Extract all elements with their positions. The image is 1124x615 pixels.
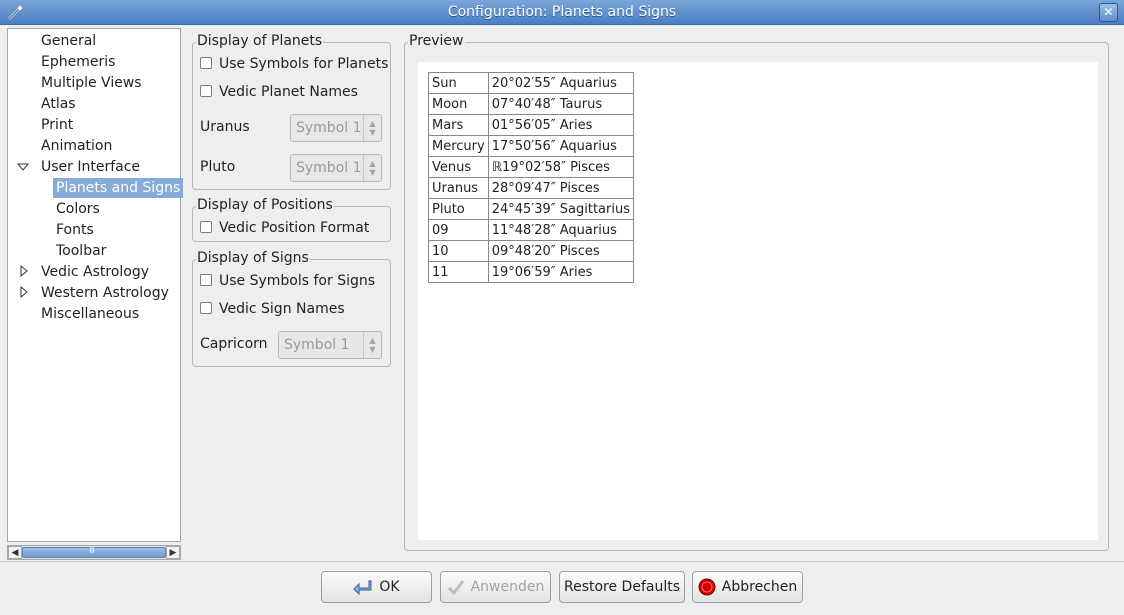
checkbox-box[interactable] <box>200 274 212 286</box>
table-row: Pluto 24°45′39″ Sagittarius <box>428 198 634 220</box>
scroll-right-button[interactable]: ▶ <box>166 546 180 559</box>
table-row: 09 11°48′28″ Aquarius <box>428 219 634 241</box>
collapsed-arrow-icon[interactable] <box>18 265 30 277</box>
checkbox-label: Vedic Position Format <box>219 220 370 236</box>
sidebar-item-multiple-views[interactable]: Multiple Views <box>41 73 142 93</box>
house-name: 11 <box>428 261 489 283</box>
uranus-label: Uranus <box>200 119 250 135</box>
checkbox-label: Vedic Planet Names <box>219 84 358 100</box>
planet-name: Mercury <box>428 135 489 157</box>
planet-position: 17°50′56″ Aquarius <box>487 135 634 157</box>
table-row: Sun 20°02′55″ Aquarius <box>428 72 634 94</box>
preview-title: Preview <box>408 33 465 49</box>
apply-button[interactable]: Anwenden <box>440 571 551 603</box>
window-title: Configuration: Planets and Signs <box>447 4 677 20</box>
sidebar-item-fonts[interactable]: Fonts <box>56 220 94 240</box>
planet-position: 28°09′47″ Pisces <box>487 177 634 199</box>
category-tree[interactable]: General Ephemeris Multiple Views Atlas P… <box>7 28 184 542</box>
planet-position: 24°45′39″ Sagittarius <box>487 198 634 220</box>
spinbox-value: Symbol 1 <box>284 337 350 353</box>
ok-button[interactable]: OK <box>321 571 432 603</box>
sidebar-item-atlas[interactable]: Atlas <box>41 94 76 114</box>
table-row: Uranus 28°09′47″ Pisces <box>428 177 634 199</box>
table-row: 11 19°06′59″ Aries <box>428 261 634 283</box>
checkbox-box[interactable] <box>200 85 212 97</box>
ok-label: OK <box>379 579 400 595</box>
capricorn-label: Capricorn <box>200 336 268 352</box>
spin-arrows-icon[interactable]: ▲ ▼ <box>363 155 381 181</box>
stop-icon <box>698 578 716 596</box>
checkbox-label: Use Symbols for Planets <box>219 56 389 72</box>
planet-position: ℝ19°02′58″ Pisces <box>487 156 634 178</box>
use-symbols-planets-checkbox[interactable]: Use Symbols for Planets <box>200 55 388 73</box>
preview-table: Sun 20°02′55″ Aquarius Moon 07°40′48″ Taur… <box>428 72 634 283</box>
house-position: 19°06′59″ Aries <box>487 261 634 283</box>
planet-name: Uranus <box>428 177 489 199</box>
positions-group-title: Display of Positions <box>196 197 334 213</box>
sidebar-item-general[interactable]: General <box>41 31 96 51</box>
spinbox-value: Symbol 1 <box>296 160 362 176</box>
collapsed-arrow-icon[interactable] <box>18 286 30 298</box>
sidebar-item-print[interactable]: Print <box>41 115 73 135</box>
uranus-symbol-spinbox[interactable]: Symbol 1 ▲ ▼ <box>290 114 382 142</box>
return-arrow-icon <box>353 580 372 595</box>
checkbox-label: Use Symbols for Signs <box>219 273 376 289</box>
table-row: 10 09°48′20″ Pisces <box>428 240 634 262</box>
sidebar-item-animation[interactable]: Animation <box>41 136 112 156</box>
planet-position: 20°02′55″ Aquarius <box>487 72 634 94</box>
checkbox-box[interactable] <box>200 57 212 69</box>
checkbox-box[interactable] <box>200 302 212 314</box>
house-position: 11°48′28″ Aquarius <box>487 219 634 241</box>
expanded-arrow-icon[interactable] <box>17 161 29 173</box>
sidebar-item-western-astrology[interactable]: Western Astrology <box>41 283 169 303</box>
scroll-left-button[interactable]: ◀ <box>8 546 22 559</box>
cancel-button[interactable]: Abbrechen <box>692 571 803 603</box>
checkbox-label: Vedic Sign Names <box>219 301 345 317</box>
vedic-position-format-checkbox[interactable]: Vedic Position Format <box>200 219 369 237</box>
house-name: 10 <box>428 240 489 262</box>
cancel-label: Abbrechen <box>721 579 798 595</box>
signs-group-title: Display of Signs <box>196 250 310 266</box>
title-bar: Configuration: Planets and Signs ✕ <box>0 0 1124 25</box>
spinbox-value: Symbol 1 <box>296 120 362 136</box>
table-row: Venus ℝ19°02′58″ Pisces <box>428 156 634 178</box>
sidebar-item-miscellaneous[interactable]: Miscellaneous <box>41 304 139 324</box>
checkmark-icon <box>447 580 464 595</box>
planet-name: Mars <box>428 114 489 136</box>
restore-defaults-button[interactable]: Restore Defaults <box>559 571 685 603</box>
apply-label: Anwenden <box>470 579 545 595</box>
planet-name: Venus <box>428 156 489 178</box>
pluto-label: Pluto <box>200 159 236 175</box>
spin-arrows-icon[interactable]: ▲ ▼ <box>363 115 381 141</box>
planet-position: 01°56′05″ Aries <box>487 114 634 136</box>
horizontal-scrollbar[interactable]: ◀ III ▶ <box>7 545 181 560</box>
sidebar-item-user-interface[interactable]: User Interface <box>41 157 140 177</box>
planet-position: 07°40′48″ Taurus <box>487 93 634 115</box>
planet-name: Sun <box>428 72 489 94</box>
table-row: Mars 01°56′05″ Aries <box>428 114 634 136</box>
table-row: Mercury 17°50′56″ Aquarius <box>428 135 634 157</box>
vedic-sign-names-checkbox[interactable]: Vedic Sign Names <box>200 300 345 318</box>
checkbox-box[interactable] <box>200 221 212 233</box>
pluto-symbol-spinbox[interactable]: Symbol 1 ▲ ▼ <box>290 154 382 182</box>
planets-group-title: Display of Planets <box>196 33 324 49</box>
vedic-planet-names-checkbox[interactable]: Vedic Planet Names <box>200 83 358 101</box>
close-button[interactable]: ✕ <box>1099 3 1118 22</box>
table-row: Moon 07°40′48″ Taurus <box>428 93 634 115</box>
planet-name: Moon <box>428 93 489 115</box>
scroll-grip: III <box>89 546 95 556</box>
sidebar-item-colors[interactable]: Colors <box>56 199 100 219</box>
planet-name: Pluto <box>428 198 489 220</box>
house-position: 09°48′20″ Pisces <box>487 240 634 262</box>
spin-arrows-icon[interactable]: ▲ ▼ <box>363 332 381 358</box>
sidebar-item-vedic-astrology[interactable]: Vedic Astrology <box>41 262 149 282</box>
use-symbols-signs-checkbox[interactable]: Use Symbols for Signs <box>200 272 375 290</box>
capricorn-symbol-spinbox[interactable]: Symbol 1 ▲ ▼ <box>278 331 382 359</box>
sidebar-item-toolbar[interactable]: Toolbar <box>56 241 106 261</box>
scroll-thumb[interactable]: III <box>22 546 166 558</box>
sidebar-item-ephemeris[interactable]: Ephemeris <box>41 52 115 72</box>
house-name: 09 <box>428 219 489 241</box>
sidebar-item-planets-and-signs[interactable]: Planets and Signs <box>53 178 184 198</box>
bottom-separator <box>0 561 1124 562</box>
